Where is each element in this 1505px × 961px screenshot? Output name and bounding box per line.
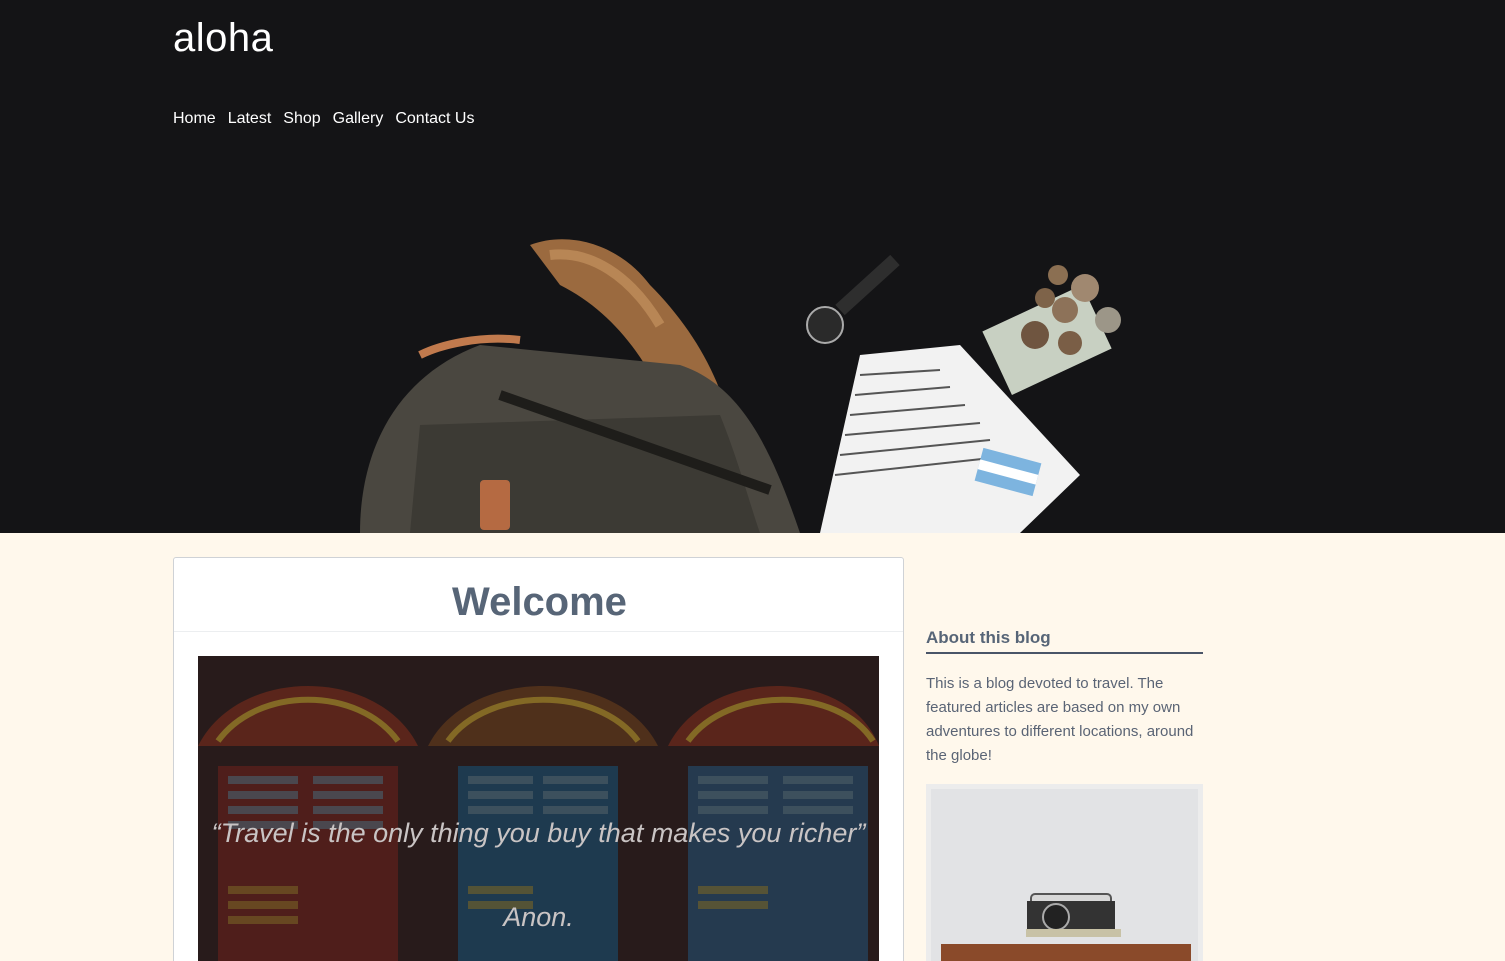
quote-author: Anon. xyxy=(503,902,574,932)
nav-contact-us[interactable]: Contact Us xyxy=(395,110,474,128)
sidebar-heading: About this blog xyxy=(926,628,1203,654)
nav-shop[interactable]: Shop xyxy=(283,110,320,128)
card-divider xyxy=(174,631,903,632)
camera-photo xyxy=(931,789,1198,961)
welcome-title: Welcome xyxy=(452,580,627,624)
sidebar-image xyxy=(926,784,1203,961)
quote-text: “Travel is the only thing you buy that m… xyxy=(211,818,866,848)
camera-icon xyxy=(931,789,1198,961)
hero-travel-image xyxy=(360,239,1121,533)
site-title[interactable]: aloha xyxy=(173,16,273,61)
nav-gallery[interactable]: Gallery xyxy=(333,110,384,128)
nav-home[interactable]: Home xyxy=(173,110,216,128)
sidebar-text: This is a blog devoted to travel. The fe… xyxy=(926,675,1194,764)
nav-latest[interactable]: Latest xyxy=(228,110,272,128)
sidebar: About this blog This is a blog devoted t… xyxy=(926,628,1203,768)
main-nav: Home Latest Shop Gallery Contact Us xyxy=(173,110,474,128)
quote-panel: “Travel is the only thing you buy that m… xyxy=(198,656,879,961)
site-header: aloha Home Latest Shop Gallery Contact U… xyxy=(0,0,1505,533)
welcome-card: Welcome “Travel is the only thing you bu… xyxy=(173,557,904,961)
